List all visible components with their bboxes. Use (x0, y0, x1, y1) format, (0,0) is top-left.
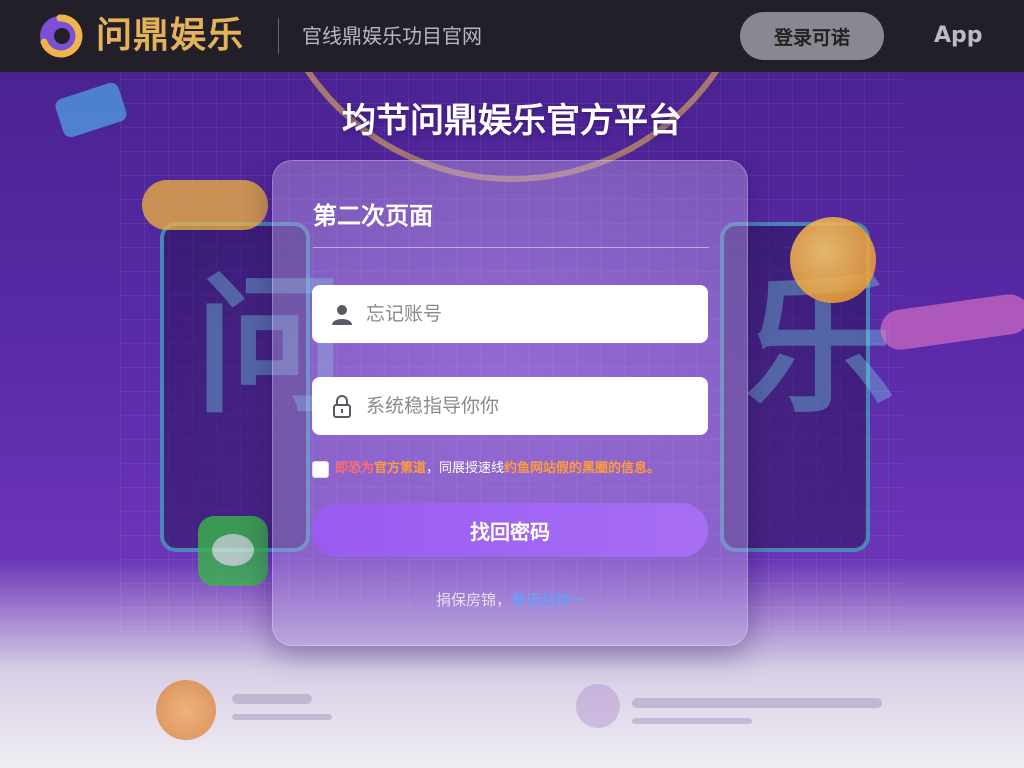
header-divider (278, 18, 279, 54)
pill-decoration (142, 180, 268, 230)
agreement-checkbox[interactable] (312, 460, 329, 478)
page-title: 均节问鼎娱乐官方平台 (342, 101, 682, 141)
header-slogan: 官线鼎娱乐功目官网 (302, 24, 482, 48)
promo-text-placeholder (232, 714, 332, 720)
agreement-text-part4[interactable]: 约鱼网站假的黑圈的信息。 (504, 460, 660, 478)
agreement-text-part3: ，同展授速线 (426, 461, 505, 476)
recover-password-button[interactable]: 找回密码 (312, 503, 708, 557)
login-button[interactable]: 登录可诺 (740, 12, 884, 60)
promo-text-placeholder (632, 718, 752, 724)
brand-logo-text[interactable]: 问鼎娱乐 (96, 14, 244, 58)
coin-icon (790, 217, 876, 303)
footer-link[interactable]: 黄诺刮换一 (511, 591, 586, 609)
footer-text: 捐保房锦， (435, 591, 511, 609)
password-field[interactable] (312, 377, 708, 435)
top-header: 问鼎娱乐 官线鼎娱乐功目官网 登录可诺 App (0, 0, 1024, 72)
promo-secondary-icon (576, 684, 620, 728)
promo-text-placeholder (232, 694, 312, 704)
brand-logo-icon[interactable] (36, 12, 86, 60)
card-footer: 捐保房锦，黄诺刮换一 (273, 589, 749, 611)
agreement-text-part2[interactable]: 官方第道 (374, 460, 426, 478)
app-download-link[interactable]: App (934, 20, 983, 52)
card-title: 第二次页面 (313, 202, 433, 230)
chat-app-icon (198, 516, 268, 586)
card-divider (313, 247, 709, 248)
user-icon (332, 305, 352, 325)
username-input[interactable] (366, 294, 708, 334)
username-field[interactable] (312, 285, 708, 343)
lock-icon (333, 395, 351, 418)
promo-text-placeholder (632, 698, 882, 708)
agreement-text-part1: 即恐为 (335, 461, 375, 476)
promo-avatar-icon (156, 680, 216, 740)
agreement-row: 即恐为 官方第道 ，同展授速线 约鱼网站假的黑圈的信息。 (312, 459, 722, 479)
password-input[interactable] (366, 386, 708, 426)
recovery-card: 第二次页面 即恐为 官方第道 ，同展授速线 约鱼网站假的黑圈的信息。 找回密码 … (272, 160, 748, 646)
